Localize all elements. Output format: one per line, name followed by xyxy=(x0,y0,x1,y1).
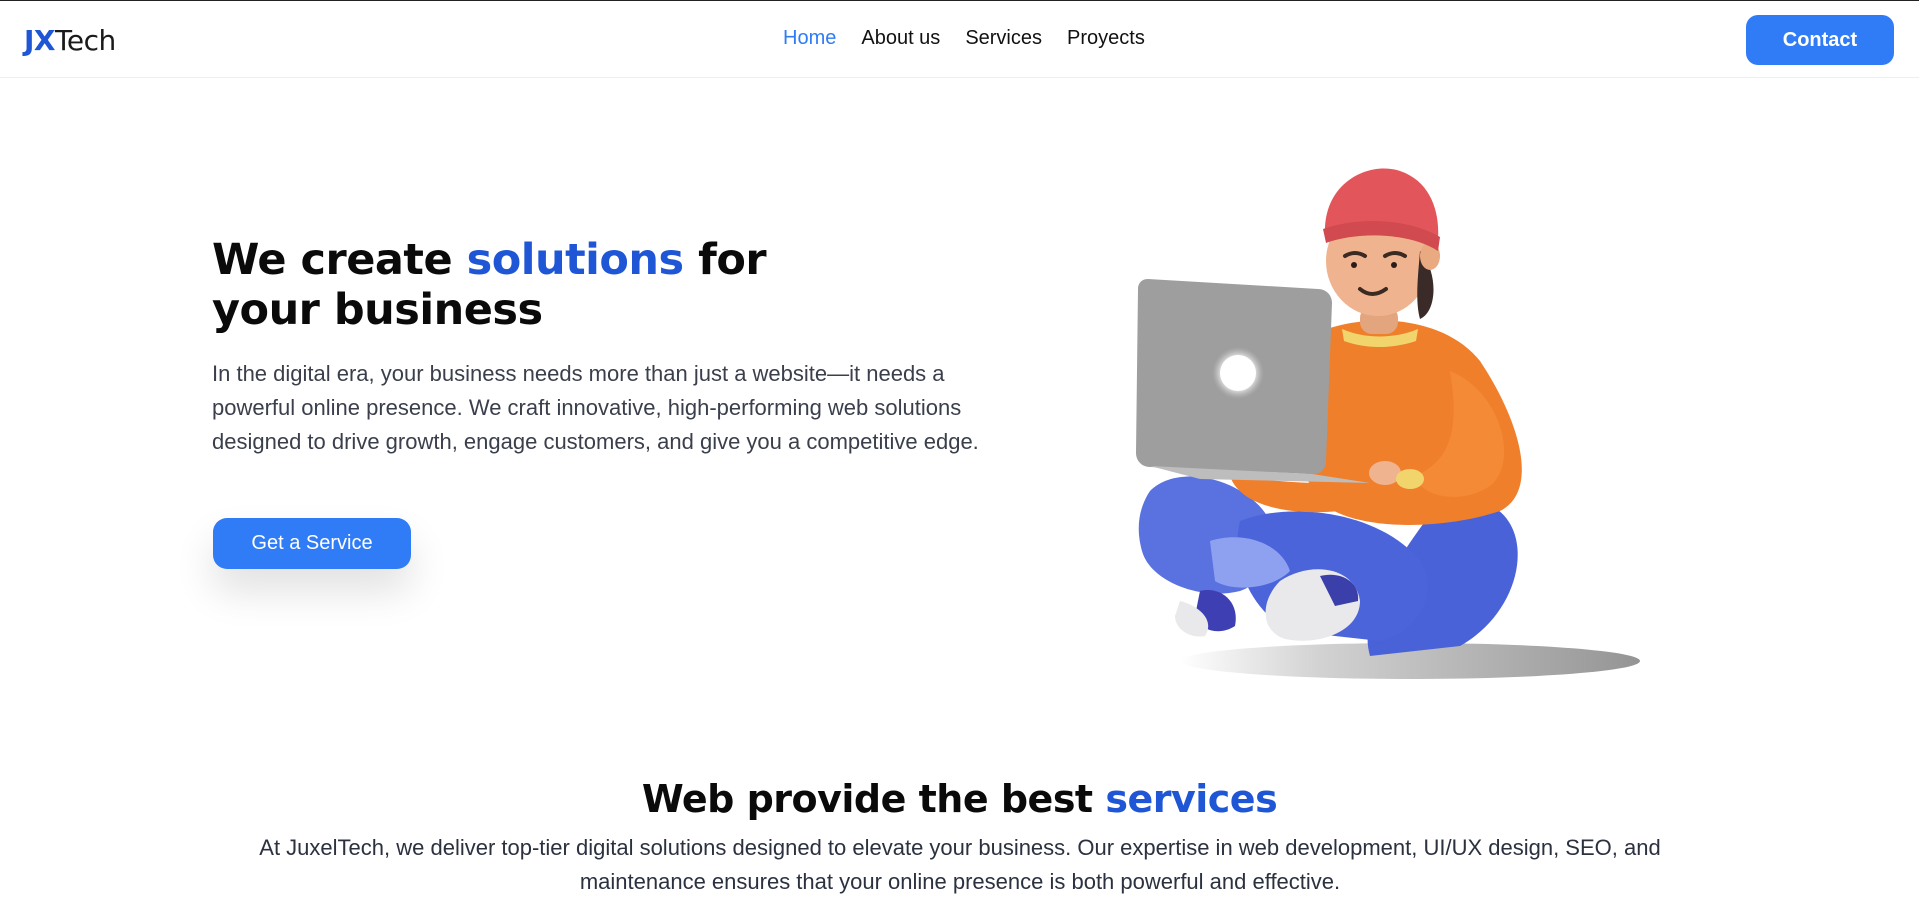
page: JXTech Home About us Services Proyects C… xyxy=(0,0,1919,909)
services-title-accent: services xyxy=(1105,777,1278,821)
hero-title-accent: solutions xyxy=(466,235,685,285)
nav-services[interactable]: Services xyxy=(965,25,1042,51)
logo[interactable]: JXTech xyxy=(24,25,116,57)
services-description: At JuxelTech, we deliver top-tier digita… xyxy=(259,835,1661,894)
get-a-service-button[interactable]: Get a Service xyxy=(213,518,411,569)
hero-description: In the digital era, your business needs … xyxy=(212,361,979,454)
logo-tech: Tech xyxy=(55,24,116,57)
person-with-laptop-illustration xyxy=(1120,161,1640,691)
services-title-part1: Web provide the best xyxy=(641,777,1106,821)
contact-button[interactable]: Contact xyxy=(1746,15,1894,65)
nav-about-us[interactable]: About us xyxy=(861,25,940,51)
services-title: Web provide the best services xyxy=(0,775,1919,823)
nav-proyects[interactable]: Proyects xyxy=(1067,25,1145,51)
nav-home[interactable]: Home xyxy=(783,25,836,51)
hero-title-part1: We create xyxy=(212,235,467,285)
hero-title: We create solutions for your business xyxy=(212,235,812,335)
logo-jx: JX xyxy=(24,24,56,57)
main-nav: Home About us Services Proyects xyxy=(783,25,1145,51)
site-header: JXTech Home About us Services Proyects C… xyxy=(0,1,1919,78)
